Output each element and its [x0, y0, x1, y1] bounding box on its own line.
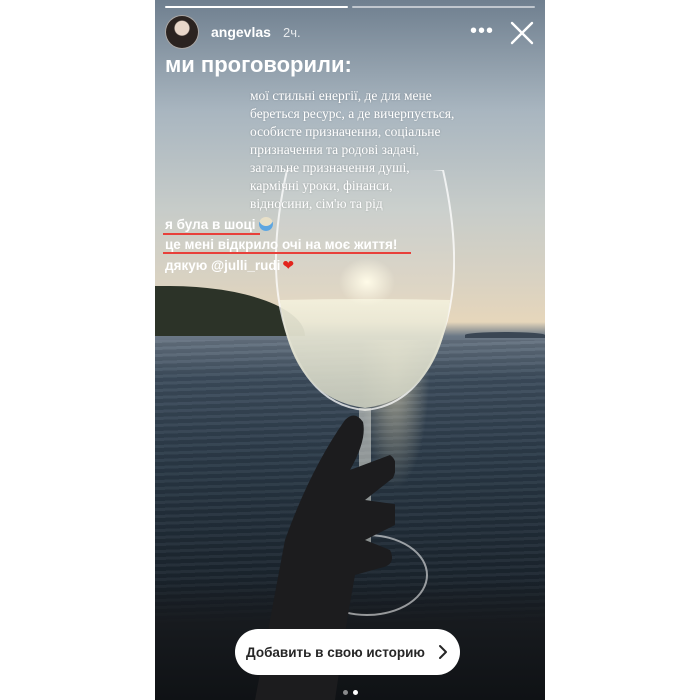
carousel-dot: [342, 690, 348, 695]
more-horizontal-icon[interactable]: •••: [470, 20, 494, 43]
far-shore: [465, 332, 545, 338]
post-time: 2ч.: [283, 25, 301, 40]
story-progress-bar: [165, 6, 535, 8]
story-line-1-text: я була в шоці: [165, 217, 256, 232]
story-headline: ми проговорили:: [165, 52, 352, 77]
red-heart-icon: ❤: [282, 257, 295, 273]
chevron-right-icon: [438, 645, 447, 659]
face-screaming-in-fear-icon: [258, 217, 273, 231]
progress-segment: [165, 6, 348, 8]
red-underline: [163, 233, 260, 235]
mention-text[interactable]: дякую @julli_rudi: [165, 258, 280, 273]
add-to-story-label: Добавить в свою историю: [246, 644, 425, 660]
close-icon[interactable]: [509, 20, 535, 46]
red-underline: [163, 252, 411, 254]
story-body-text: мої стильні енергії, де для мене беретьс…: [250, 88, 455, 211]
username[interactable]: angevlas: [211, 24, 271, 40]
avatar[interactable]: [165, 15, 199, 49]
story-line-3: дякую @julli_rudi ❤: [165, 256, 294, 275]
story-viewer[interactable]: angevlas 2ч. ••• ми проговорили: мої сти…: [155, 0, 545, 700]
story-header: angevlas 2ч. •••: [165, 15, 535, 51]
carousel-dots: [155, 690, 545, 696]
add-to-story-button[interactable]: Добавить в свою историю: [235, 629, 460, 675]
story-line-1: я була в шоці: [165, 216, 273, 234]
progress-segment: [352, 6, 535, 8]
carousel-dot-active: [352, 690, 358, 695]
